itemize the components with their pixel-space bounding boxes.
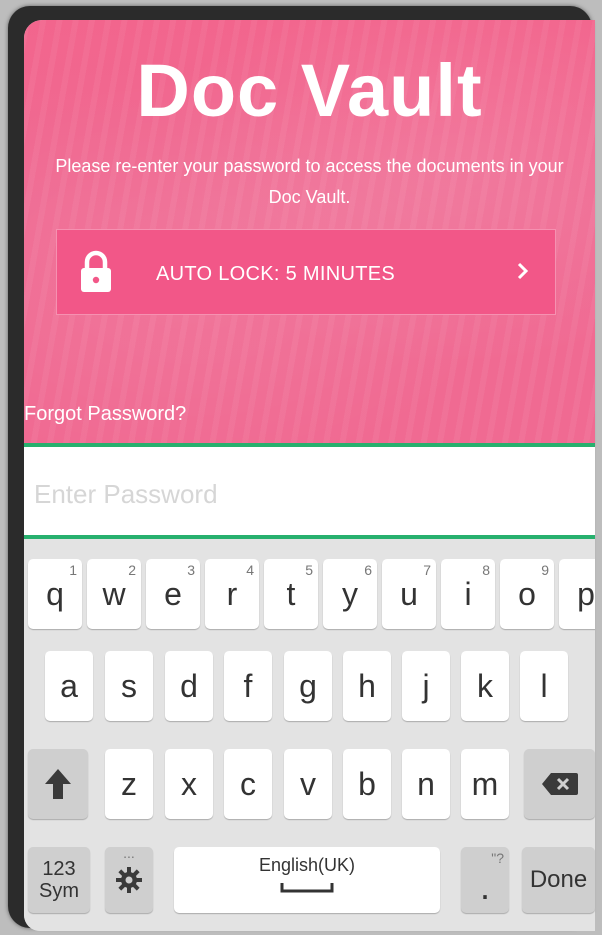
key-x[interactable]: x	[165, 749, 213, 819]
key-b[interactable]: b	[343, 749, 391, 819]
key-label: j	[422, 668, 430, 704]
key-k[interactable]: k	[461, 651, 509, 721]
key-hint: 4	[246, 562, 254, 578]
lock-icon	[81, 250, 111, 292]
period-key-label: .	[479, 866, 490, 907]
key-label: p	[577, 576, 595, 612]
shift-key[interactable]	[28, 749, 88, 819]
backspace-icon	[541, 773, 578, 795]
header-area: Doc Vault Please re-enter your password …	[24, 20, 595, 447]
key-j[interactable]: j	[402, 651, 450, 721]
key-label: o	[518, 576, 536, 612]
key-l[interactable]: l	[520, 651, 568, 721]
shift-arrow-icon	[45, 769, 71, 799]
key-label: d	[180, 668, 198, 704]
space-key[interactable]: English(UK)	[174, 847, 440, 913]
key-label: q	[46, 576, 64, 612]
done-key[interactable]: Done	[522, 847, 595, 913]
key-label: h	[358, 668, 376, 704]
key-hint: 7	[423, 562, 431, 578]
key-a[interactable]: a	[45, 651, 93, 721]
key-hint: 8	[482, 562, 490, 578]
symbols-key-line1: 123	[42, 858, 76, 880]
key-label: f	[243, 668, 253, 704]
key-d[interactable]: d	[165, 651, 213, 721]
key-label: m	[471, 766, 499, 802]
key-t[interactable]: 5t	[264, 559, 318, 629]
key-c[interactable]: c	[224, 749, 272, 819]
forgot-password-link[interactable]: Forgot Password?	[24, 403, 186, 426]
key-label: n	[417, 766, 435, 802]
key-label: g	[299, 668, 317, 704]
key-hint: 5	[305, 562, 313, 578]
key-label: c	[240, 766, 256, 802]
page-title: Doc Vault	[136, 49, 483, 132]
settings-key-hint: ...	[123, 845, 135, 861]
key-m[interactable]: m	[461, 749, 509, 819]
instruction-text: Please re-enter your password to access …	[55, 156, 564, 207]
on-screen-keyboard: 1q 2w 3e 4r 5t 6y 7u 8i 9o 0p a s d f g …	[24, 539, 595, 931]
key-u[interactable]: 7u	[382, 559, 436, 629]
key-label: w	[102, 576, 126, 612]
key-w[interactable]: 2w	[87, 559, 141, 629]
key-v[interactable]: v	[284, 749, 332, 819]
key-o[interactable]: 9o	[500, 559, 554, 629]
key-hint: 3	[187, 562, 195, 578]
key-label: k	[477, 668, 493, 704]
key-g[interactable]: g	[284, 651, 332, 721]
key-hint: 6	[364, 562, 372, 578]
key-y[interactable]: 6y	[323, 559, 377, 629]
done-key-label: Done	[529, 866, 588, 893]
key-h[interactable]: h	[343, 651, 391, 721]
key-r[interactable]: 4r	[205, 559, 259, 629]
gear-icon	[116, 867, 142, 893]
key-label: s	[121, 668, 137, 704]
settings-key[interactable]: ...	[105, 845, 153, 913]
auto-lock-button[interactable]: AUTO LOCK: 5 MINUTES	[56, 229, 556, 315]
key-label: u	[400, 576, 418, 612]
key-label: l	[540, 668, 548, 704]
key-label: r	[226, 576, 238, 612]
key-label: v	[300, 766, 316, 802]
key-hint: 2	[128, 562, 136, 578]
period-key[interactable]: "? .	[461, 847, 509, 913]
auto-lock-label: AUTO LOCK: 5 MINUTES	[156, 263, 396, 285]
key-label: a	[60, 668, 78, 704]
password-field-container	[24, 443, 595, 539]
symbols-key[interactable]: 123 Sym	[28, 847, 90, 913]
password-input[interactable]	[32, 473, 576, 515]
key-hint: 1	[69, 562, 77, 578]
space-icon	[280, 883, 334, 893]
key-label: i	[464, 576, 472, 612]
key-label: y	[342, 576, 358, 612]
key-s[interactable]: s	[105, 651, 153, 721]
key-hint: 9	[541, 562, 549, 578]
key-label: x	[181, 766, 197, 802]
backspace-key[interactable]	[524, 749, 595, 819]
key-e[interactable]: 3e	[146, 559, 200, 629]
key-z[interactable]: z	[105, 749, 153, 819]
key-q[interactable]: 1q	[28, 559, 82, 629]
symbols-key-line2: Sym	[39, 880, 79, 902]
key-label: t	[286, 576, 296, 612]
key-i[interactable]: 8i	[441, 559, 495, 629]
key-n[interactable]: n	[402, 749, 450, 819]
space-key-language: English(UK)	[258, 855, 356, 875]
key-f[interactable]: f	[224, 651, 272, 721]
chevron-right-icon	[517, 262, 529, 280]
key-p[interactable]: 0p	[559, 559, 595, 629]
period-key-hint: "?	[491, 850, 504, 866]
screen: Doc Vault Please re-enter your password …	[24, 20, 595, 931]
key-label: e	[164, 576, 182, 612]
key-label: z	[121, 766, 137, 802]
key-label: b	[358, 766, 376, 802]
